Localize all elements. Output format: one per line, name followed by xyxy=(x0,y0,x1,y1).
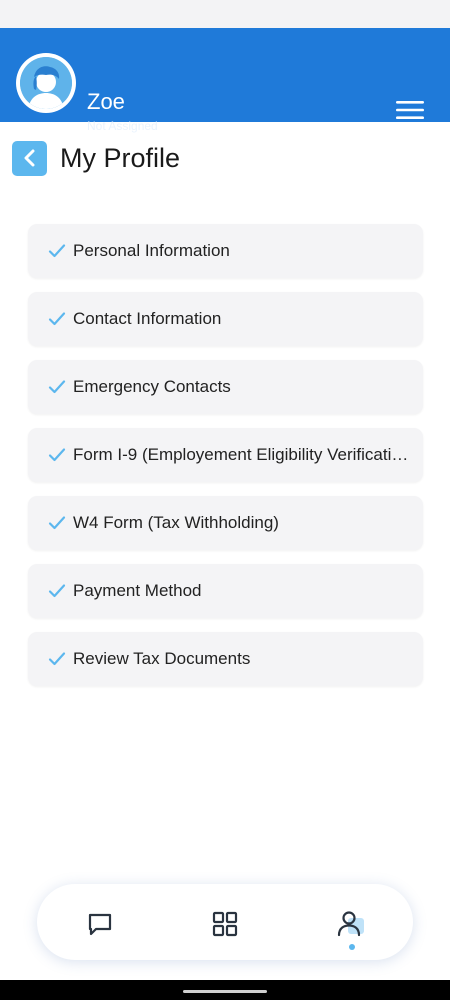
user-name: Zoe xyxy=(87,89,125,114)
system-navigation-bar xyxy=(0,980,450,1000)
checkmark-icon xyxy=(48,652,66,666)
nav-dashboard-button[interactable] xyxy=(205,904,245,944)
chat-icon xyxy=(88,913,112,936)
checkmark-icon xyxy=(48,448,66,462)
profile-item-label: Contact Information xyxy=(73,309,222,328)
title-row: My Profile xyxy=(12,138,180,178)
profile-item-label: Payment Method xyxy=(73,581,202,600)
profile-item-contact-information[interactable]: Contact Information xyxy=(28,292,423,346)
user-status: Not Assigned xyxy=(87,119,158,133)
profile-item-form-i9[interactable]: Form I-9 (Employement Eligibility Verifi… xyxy=(28,428,423,482)
profile-item-label: W4 Form (Tax Withholding) xyxy=(73,513,279,532)
profile-item-payment-method[interactable]: Payment Method xyxy=(28,564,423,618)
checkmark-icon xyxy=(48,516,66,530)
nav-profile-button[interactable] xyxy=(332,904,372,944)
profile-item-label: Form I-9 (Employement Eligibility Verifi… xyxy=(73,445,409,464)
page-title: My Profile xyxy=(60,143,181,173)
grid-icon xyxy=(212,911,238,937)
profile-item-review-tax-documents[interactable]: Review Tax Documents xyxy=(28,632,423,686)
bottom-navigation xyxy=(37,884,413,960)
checkmark-icon xyxy=(48,244,66,258)
hamburger-menu-icon xyxy=(396,101,424,119)
profile-item-personal-information[interactable]: Personal Information xyxy=(28,224,423,278)
avatar[interactable] xyxy=(16,53,76,113)
profile-section-list: Personal Information Contact Information… xyxy=(28,224,423,700)
back-button[interactable] xyxy=(12,140,47,176)
profile-item-label: Emergency Contacts xyxy=(73,377,231,396)
checkmark-icon xyxy=(48,312,66,326)
user-avatar-icon xyxy=(20,57,72,109)
profile-icon xyxy=(337,911,364,937)
nav-chat-button[interactable] xyxy=(80,904,120,944)
menu-button[interactable] xyxy=(388,92,432,128)
active-indicator-dot xyxy=(349,944,355,950)
app-header: Zoe Not Assigned xyxy=(0,28,450,133)
profile-item-w4-form[interactable]: W4 Form (Tax Withholding) xyxy=(28,496,423,550)
profile-item-label: Review Tax Documents xyxy=(73,649,251,668)
checkmark-icon xyxy=(48,380,66,394)
profile-item-emergency-contacts[interactable]: Emergency Contacts xyxy=(28,360,423,414)
home-gesture-handle[interactable] xyxy=(183,990,267,993)
checkmark-icon xyxy=(48,584,66,598)
profile-item-label: Personal Information xyxy=(73,241,230,260)
status-bar xyxy=(0,0,450,28)
chevron-left-icon xyxy=(24,149,34,167)
